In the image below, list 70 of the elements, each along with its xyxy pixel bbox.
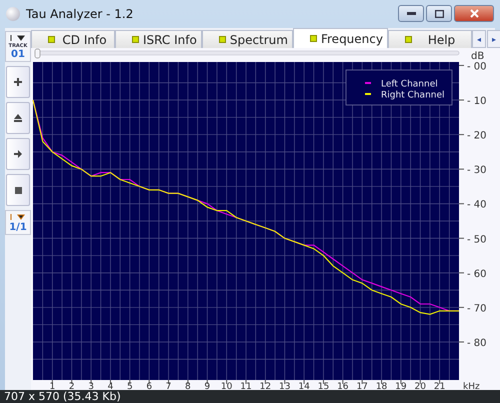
tick-label: 7 (166, 382, 172, 390)
tick-label: 17 (356, 382, 368, 390)
tick-label: 3 (88, 382, 94, 390)
window-title: Tau Analyzer - 1.2 (26, 7, 134, 21)
square-icon (132, 36, 140, 43)
tick-label: 11 (240, 382, 252, 390)
tick-label: 2 (68, 382, 75, 390)
toolbar-button[interactable] (6, 102, 30, 134)
tick-label: - 00 (467, 61, 487, 72)
tick-label: - 80 (467, 338, 487, 349)
tick-label: - 70 (467, 303, 487, 314)
toolbar-button[interactable] (6, 138, 30, 170)
tick-label: 5 (126, 382, 133, 390)
tab-scroll-button[interactable]: ▸ (487, 30, 500, 48)
close-icon (470, 9, 478, 18)
tick-label: 15 (318, 382, 330, 390)
tick-label: 14 (298, 382, 310, 390)
maximize-button[interactable] (426, 5, 452, 22)
square-icon (404, 36, 412, 43)
eject-icon (14, 114, 22, 122)
tab[interactable]: ISRC Info (115, 30, 202, 48)
plus-icon (14, 78, 22, 86)
tick-label: 6 (146, 382, 152, 390)
tab[interactable]: CD Info (31, 30, 116, 48)
square-icon (310, 35, 317, 42)
tick-label: 9 (204, 382, 210, 390)
tick-label: - 20 (467, 130, 487, 142)
square-icon (218, 36, 226, 43)
toolbar-button[interactable] (6, 66, 30, 98)
close-button[interactable] (454, 5, 494, 22)
track-number: 01 (11, 49, 25, 60)
stop-icon (14, 186, 22, 194)
tick-label: 16 (337, 382, 349, 390)
arrow-icon (14, 150, 22, 158)
tick-label: 21 (434, 382, 446, 390)
legend-label: Right Channel (381, 90, 445, 100)
toolbar-button[interactable] (6, 174, 30, 206)
tick-label: 12 (260, 382, 272, 390)
minimize-button[interactable] (398, 5, 424, 22)
tick-label: 13 (279, 382, 290, 390)
tick-label: - 40 (467, 200, 487, 211)
tick-label: - 30 (467, 165, 487, 176)
tab[interactable]: Frequency (292, 28, 388, 48)
slider-thumb[interactable] (34, 48, 40, 58)
caret-icon (10, 35, 26, 41)
tick-label: 1 (50, 382, 56, 390)
index-dropdown[interactable]: 1/1 (5, 210, 31, 235)
legend-label: Left Channel (381, 80, 438, 90)
tick-label: - 50 (467, 234, 487, 246)
tick-label: 19 (395, 382, 407, 390)
minimize-icon (406, 12, 416, 15)
square-icon (48, 36, 55, 43)
tick-label: - 60 (467, 268, 487, 280)
index-number: 1/1 (9, 222, 27, 233)
app-icon (6, 7, 20, 21)
caret-icon (10, 214, 26, 220)
tick-label: 10 (220, 382, 232, 390)
tick-label: 18 (376, 382, 388, 390)
position-slider[interactable] (34, 48, 460, 58)
axis-label: dB (471, 51, 484, 62)
maximize-icon (434, 10, 444, 18)
tick-label: 4 (108, 382, 114, 390)
tick-label: - 10 (467, 96, 487, 108)
axis-label: kHz (463, 382, 480, 390)
tick-label: 20 (414, 382, 426, 390)
tick-label: 8 (185, 382, 191, 390)
image-info-bar: 707 x 570 (35.43 Kb) (0, 390, 500, 403)
tab-scroll-button[interactable]: ◂ (472, 30, 486, 48)
tab[interactable]: Help (388, 30, 472, 48)
tab[interactable]: Spectrum (202, 30, 293, 48)
